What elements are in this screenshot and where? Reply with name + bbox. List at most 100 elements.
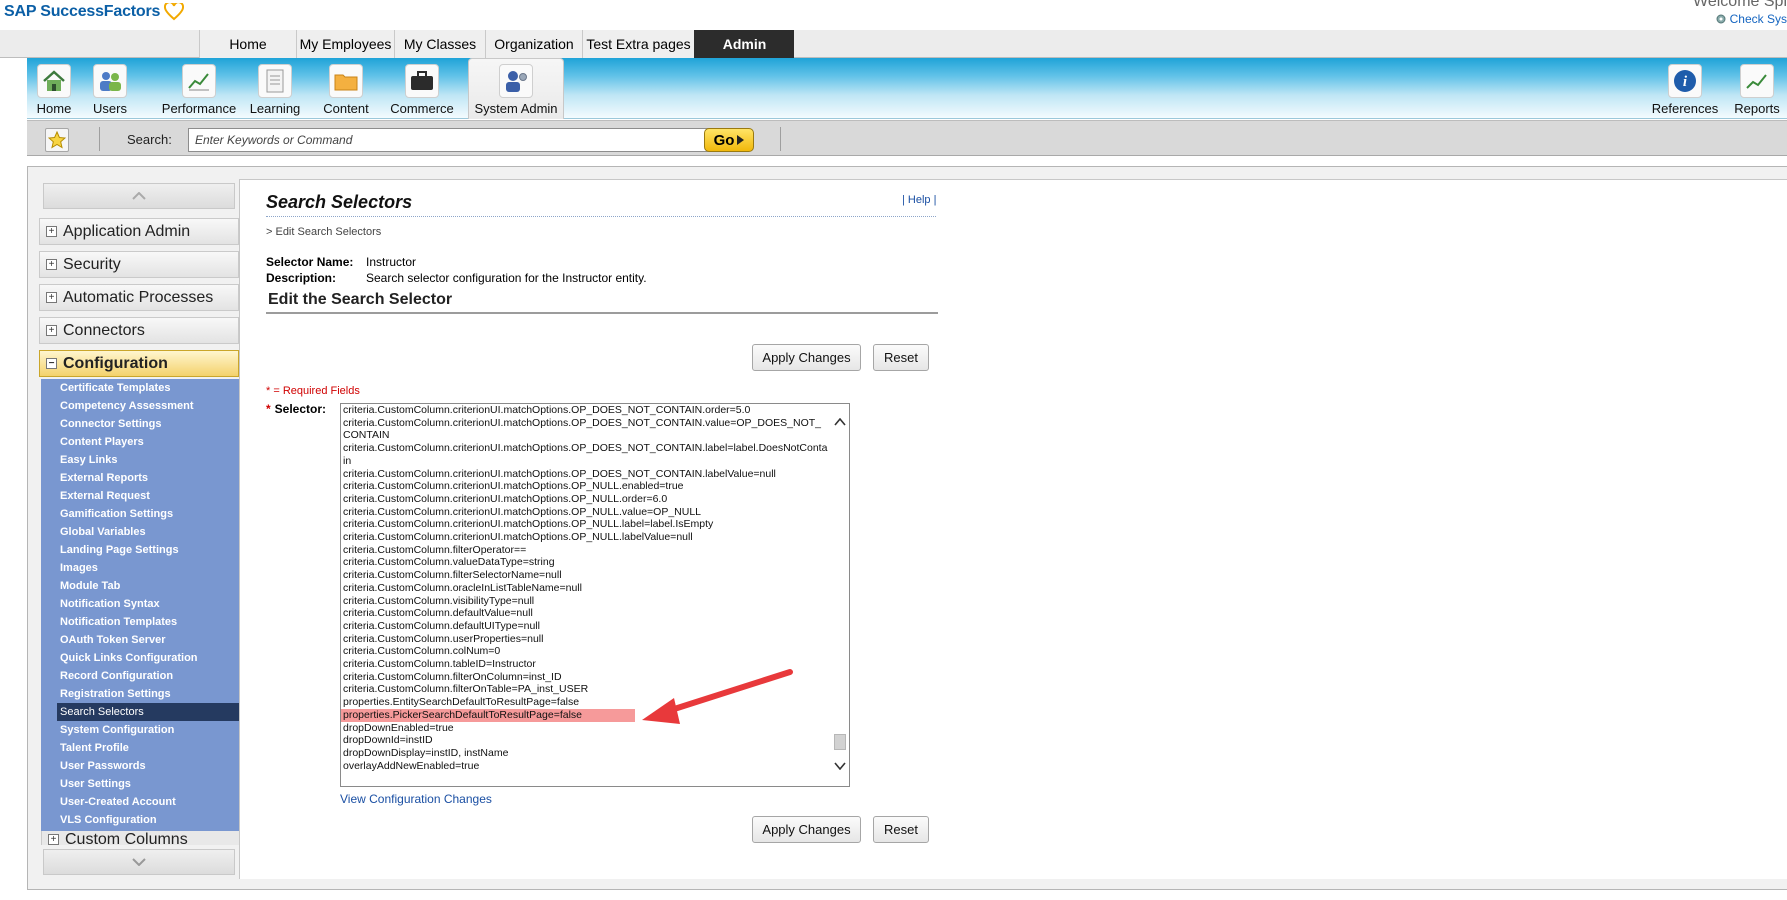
- search-input[interactable]: [188, 128, 715, 152]
- apply-changes-button-top[interactable]: Apply Changes: [752, 344, 861, 371]
- heart-logo-icon: [164, 3, 185, 21]
- sidebar-group-configuration[interactable]: − Configuration: [39, 350, 253, 378]
- sidebar-item-landing-page-settings[interactable]: Landing Page Settings: [41, 541, 239, 559]
- check-system-link[interactable]: Check Sys: [1715, 12, 1787, 26]
- tab-my-employees[interactable]: My Employees: [296, 30, 394, 58]
- view-configuration-changes-link[interactable]: View Configuration Changes: [340, 792, 492, 806]
- sidebar-item-registration-settings[interactable]: Registration Settings: [41, 685, 239, 703]
- sidebar-item-external-reports[interactable]: External Reports: [41, 469, 239, 487]
- selector-line: criteria.CustomColumn.criterionUI.matchO…: [343, 480, 684, 493]
- sidebar-item-images[interactable]: Images: [41, 559, 239, 577]
- sidebar-item-user-passwords[interactable]: User Passwords: [41, 757, 239, 775]
- document-icon: [258, 64, 292, 98]
- apply-changes-button-bottom[interactable]: Apply Changes: [752, 816, 861, 843]
- sidebar-item-notification-templates[interactable]: Notification Templates: [41, 613, 239, 631]
- breadcrumb: > Edit Search Selectors: [266, 226, 382, 238]
- sidebar-item-notification-syntax[interactable]: Notification Syntax: [41, 595, 239, 613]
- sidebar-clipped-group: + Custom Columns: [41, 831, 239, 845]
- module-performance[interactable]: Performance: [149, 58, 249, 119]
- selector-name-row: Selector Name: Instructor: [266, 255, 416, 269]
- chevron-up-icon: [132, 192, 146, 200]
- sidebar-item-competency-assessment[interactable]: Competency Assessment: [41, 397, 239, 415]
- sidebar-item-oauth-token-server[interactable]: OAuth Token Server: [41, 631, 239, 649]
- sidebar-group-custom-columns[interactable]: + Custom Columns: [41, 831, 239, 845]
- scroll-thumb[interactable]: [834, 734, 846, 750]
- reset-button-top[interactable]: Reset: [873, 344, 929, 371]
- selector-line: criteria.CustomColumn.criterionUI.matchO…: [343, 518, 714, 531]
- sidebar-item-quick-links-configuration[interactable]: Quick Links Configuration: [41, 649, 239, 667]
- folder-icon: [329, 64, 363, 98]
- top-nav: Home My Employees My Classes Organizatio…: [199, 30, 794, 58]
- command-search-bar: Search: Go: [27, 120, 1787, 156]
- check-system-label: Check Sys: [1729, 12, 1787, 26]
- selector-line: criteria.CustomColumn.filterSelectorName…: [343, 569, 562, 582]
- tab-organization[interactable]: Organization: [485, 30, 582, 58]
- collapse-icon: −: [46, 358, 57, 369]
- content-panel: Search Selectors | Help | > Edit Search …: [239, 179, 1787, 879]
- sidebar-item-vls-configuration[interactable]: VLS Configuration: [41, 811, 239, 829]
- sidebar-group-security[interactable]: + Security: [39, 251, 239, 278]
- sidebar-item-global-variables[interactable]: Global Variables: [41, 523, 239, 541]
- sidebar-item-user-settings[interactable]: User Settings: [41, 775, 239, 793]
- selector-line: criteria.CustomColumn.defaultValue=null: [343, 607, 533, 620]
- sidebar-group-automatic-processes[interactable]: + Automatic Processes: [39, 284, 239, 311]
- module-content[interactable]: Content: [316, 58, 376, 119]
- description-label: Description:: [266, 271, 337, 285]
- sidebar-item-system-configuration[interactable]: System Configuration: [41, 721, 239, 739]
- go-button[interactable]: Go: [704, 128, 754, 152]
- reset-button-bottom[interactable]: Reset: [873, 816, 929, 843]
- module-system-admin[interactable]: System Admin: [468, 58, 564, 119]
- sidebar-item-search-selectors[interactable]: Search Selectors: [57, 703, 239, 721]
- selector-line: criteria.CustomColumn.criterionUI.matchO…: [343, 531, 693, 544]
- selector-textarea[interactable]: criteria.CustomColumn.criterionUI.matchO…: [340, 403, 850, 787]
- sidebar-item-record-configuration[interactable]: Record Configuration: [41, 667, 239, 685]
- favorites-button[interactable]: [45, 128, 69, 152]
- section-divider: [266, 312, 938, 314]
- expand-icon: +: [46, 259, 57, 270]
- sidebar-item-talent-profile[interactable]: Talent Profile: [41, 739, 239, 757]
- performance-chart-icon: [182, 64, 216, 98]
- selector-line: criteria.CustomColumn.valueDataType=stri…: [343, 556, 555, 569]
- sidebar-item-gamification-settings[interactable]: Gamification Settings: [41, 505, 239, 523]
- sidebar-item-certificate-templates[interactable]: Certificate Templates: [41, 379, 239, 397]
- sidebar-group-connectors[interactable]: + Connectors: [39, 317, 239, 344]
- brand-name: SAP SuccessFactors: [4, 3, 161, 20]
- selector-line: dropDownDisplay=instID, instName: [343, 746, 509, 759]
- sidebar-item-connector-settings[interactable]: Connector Settings: [41, 415, 239, 433]
- admin-user-icon: [499, 64, 533, 98]
- expand-icon: +: [46, 226, 57, 237]
- module-references[interactable]: i References: [1648, 58, 1722, 119]
- sidebar-item-content-players[interactable]: Content Players: [41, 433, 239, 451]
- report-chart-icon: [1740, 64, 1774, 98]
- sidebar-item-easy-links[interactable]: Easy Links: [41, 451, 239, 469]
- module-commerce[interactable]: Commerce: [382, 58, 462, 119]
- sidebar-scroll-down-button[interactable]: [43, 849, 235, 875]
- tab-test-extra-pages[interactable]: Test Extra pages: [582, 30, 694, 58]
- sidebar-item-external-request[interactable]: External Request: [41, 487, 239, 505]
- sidebar-scroll-up-button[interactable]: [43, 183, 235, 209]
- help-link[interactable]: | Help |: [902, 194, 936, 206]
- brand-logo[interactable]: SAP SuccessFactors: [4, 2, 185, 22]
- sidebar-item-module-tab[interactable]: Module Tab: [41, 577, 239, 595]
- configuration-items-list: Certificate Templates Competency Assessm…: [41, 379, 239, 831]
- module-users[interactable]: Users: [85, 58, 135, 119]
- selector-line: dropDownId=instID: [343, 734, 433, 747]
- textarea-scrollbar[interactable]: [832, 404, 848, 786]
- module-reports[interactable]: Reports: [1727, 58, 1787, 119]
- page-title: Search Selectors: [266, 192, 413, 212]
- selector-line: criteria.CustomColumn.oracleInListTableN…: [343, 581, 582, 594]
- tab-my-classes[interactable]: My Classes: [394, 30, 485, 58]
- section-title: Edit the Search Selector: [268, 291, 453, 308]
- chevron-down-icon: [132, 858, 146, 866]
- selector-line: criteria.CustomColumn.criterionUI.matchO…: [343, 467, 776, 480]
- selector-line: criteria.CustomColumn.criterionUI.matchO…: [343, 404, 751, 416]
- selector-line: criteria.CustomColumn.userProperties=nul…: [343, 632, 544, 645]
- sidebar-group-application-admin[interactable]: + Application Admin: [39, 218, 239, 245]
- tab-admin[interactable]: Admin: [694, 30, 794, 58]
- sidebar-item-user-created-account[interactable]: User-Created Account: [41, 793, 239, 811]
- briefcase-icon: [405, 64, 439, 98]
- module-learning[interactable]: Learning: [245, 58, 305, 119]
- tab-home[interactable]: Home: [199, 30, 296, 58]
- star-icon: [48, 131, 66, 149]
- module-home[interactable]: Home: [29, 58, 79, 119]
